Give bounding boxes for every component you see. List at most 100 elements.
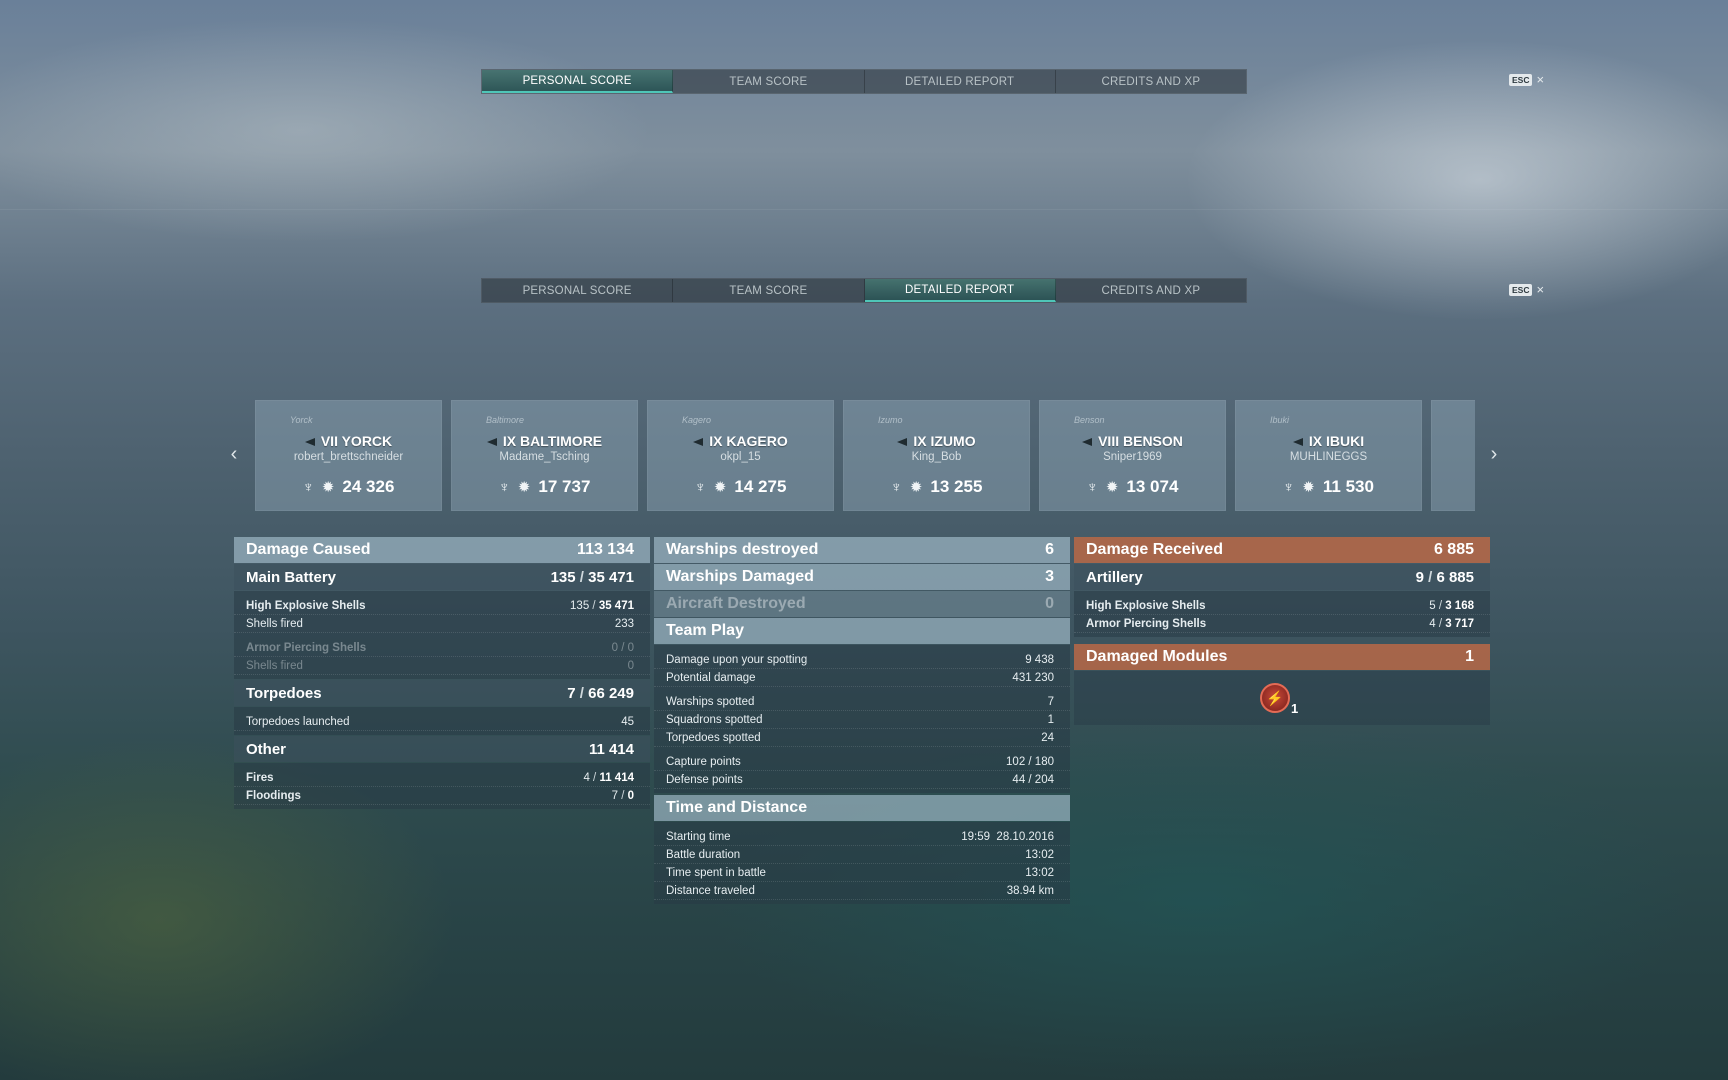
- he-shells-row: High Explosive Shells 135 / 35 471: [234, 597, 650, 615]
- ship-card-partial[interactable]: [1431, 400, 1475, 511]
- ship-damage-icon: ✹: [909, 479, 923, 496]
- ship-player-name: okpl_15: [720, 451, 761, 463]
- ship-stats: ♆ ✹ 13 074: [1040, 477, 1225, 497]
- main-battery-row: Main Battery 135 / 35 471: [234, 564, 650, 590]
- ship-silhouette-icon: Ibuki: [1270, 415, 1290, 425]
- previous-screen-strip: PERSONAL SCORE TEAM SCORE DETAILED REPOR…: [0, 0, 1728, 210]
- damage-caused-label: Damage Caused: [246, 541, 371, 558]
- ship-silhouette-icon: Benson: [1074, 415, 1105, 425]
- main-battery-value: 135 / 35 471: [550, 568, 634, 586]
- ship-damage-icon: ✹: [1105, 479, 1119, 496]
- team-play-row: Torpedoes spotted 24: [654, 729, 1070, 747]
- esc-key-label: ESC: [1509, 283, 1533, 296]
- esc-key-label: ESC: [1509, 73, 1533, 86]
- close-icon: ×: [1536, 282, 1545, 297]
- ship-card[interactable]: Ibuki IX IBUKI MUHLINEGGS ♆ ✹ 11 530: [1235, 400, 1422, 511]
- ship-stats: ♆ ✹ 24 326: [256, 477, 441, 497]
- ship-carousel: Yorck VII YORCK robert_brettschneider ♆ ✹ 24 …: [255, 400, 1475, 511]
- ship-silhouette-icon: Yorck: [290, 415, 313, 425]
- tab-personal-score[interactable]: PERSONAL SCORE: [482, 279, 674, 302]
- ship-class-icon: [1292, 438, 1303, 447]
- esc-close-button[interactable]: ESC ×: [1509, 73, 1544, 86]
- tab-detailed-report[interactable]: DETAILED REPORT: [865, 70, 1056, 93]
- team-play-row: Defense points 44 / 204: [654, 771, 1070, 789]
- ship-name: IX IBUKI: [1236, 433, 1421, 449]
- ship-name: VIII BENSON: [1040, 433, 1225, 449]
- ship-kill-icon: ♆: [302, 478, 314, 496]
- damage-caused-panel: Damage Caused 113 134 Main Battery 135 /…: [234, 537, 650, 810]
- tab-team-score[interactable]: TEAM SCORE: [673, 70, 865, 93]
- other-details: Fires 4 / 11 414 Floodings 7 / 0: [234, 763, 650, 809]
- ship-class-icon: [486, 438, 497, 447]
- ship-card[interactable]: Kagero IX KAGERO okpl_15 ♆ ✹ 14 275: [647, 400, 834, 511]
- ship-player-name: Sniper1969: [1103, 451, 1162, 463]
- combat-summary-panel: Warships destroyed 6 Warships Damaged 3 …: [654, 537, 1070, 905]
- torpedoes-details: Torpedoes launched 45: [234, 707, 650, 735]
- ship-card[interactable]: Benson VIII BENSON Sniper1969 ♆ ✹ 13 074: [1039, 400, 1226, 511]
- received-ap-row: Armor Piercing Shells 4 / 3 717: [1074, 615, 1490, 633]
- ship-card[interactable]: Izumo IX IZUMO King_Bob ♆ ✹ 13 255: [843, 400, 1030, 511]
- ship-kill-icon: ♆: [498, 478, 510, 496]
- ship-silhouette-icon: Kagero: [682, 415, 712, 425]
- damage-received-header: Damage Received 6 885: [1074, 537, 1490, 563]
- tab-bar-top: PERSONAL SCORE TEAM SCORE DETAILED REPOR…: [481, 69, 1247, 94]
- ship-score: 13 074: [1126, 477, 1179, 496]
- ship-damage-icon: ✹: [321, 479, 335, 496]
- artillery-row: Artillery 9 / 6 885: [1074, 564, 1490, 590]
- ship-score: 14 275: [734, 477, 787, 496]
- warships-destroyed-row: Warships destroyed 6: [654, 537, 1070, 563]
- damaged-modules-header: Damaged Modules 1: [1074, 644, 1490, 670]
- tab-personal-score[interactable]: PERSONAL SCORE: [482, 70, 674, 93]
- ship-damage-icon: ✹: [713, 479, 727, 496]
- tab-detailed-report[interactable]: DETAILED REPORT: [864, 279, 1056, 302]
- esc-close-button[interactable]: ESC ×: [1509, 283, 1544, 296]
- ship-kill-icon: ♆: [1086, 478, 1098, 496]
- ship-score: 17 737: [538, 477, 591, 496]
- damage-caused-total: 113 134: [577, 541, 634, 558]
- main-battery-label: Main Battery: [246, 568, 337, 586]
- tab-team-score[interactable]: TEAM SCORE: [673, 279, 865, 302]
- damage-received-panel: Damage Received 6 885 Artillery 9 / 6 88…: [1074, 537, 1490, 725]
- time-distance-details: Starting time 19:59 28.10.2016 Battle dur…: [654, 822, 1070, 904]
- ship-damage-icon: ✹: [517, 479, 531, 496]
- damaged-modules-area: ⚡ 1: [1074, 671, 1490, 725]
- ship-kill-icon: ♆: [694, 478, 706, 496]
- team-play-details: Damage upon your spotting 9 438 Potential…: [654, 645, 1070, 793]
- ship-class-icon: [693, 438, 704, 447]
- ship-silhouette-icon: Baltimore: [486, 415, 525, 425]
- ship-kill-icon: ♆: [890, 478, 902, 496]
- tab-credits-and-xp[interactable]: CREDITS AND XP: [1056, 70, 1246, 93]
- ship-stats: ♆ ✹ 14 275: [648, 477, 833, 497]
- carousel-next-arrow-icon[interactable]: ›: [1486, 443, 1502, 466]
- ship-card[interactable]: Baltimore IX BALTIMORE Madame_Tsching ♆ ✹ 17 …: [451, 400, 638, 511]
- ship-name: VII YORCK: [256, 433, 441, 449]
- torpedoes-row: Torpedoes 7 / 66 249: [234, 680, 650, 706]
- ship-score: 24 326: [342, 477, 395, 496]
- damaged-module-icon[interactable]: ⚡: [1260, 683, 1290, 713]
- team-play-row: Warships spotted 7: [654, 693, 1070, 711]
- other-row: Other 11 414: [234, 736, 650, 762]
- ship-player-name: MUHLINEGGS: [1289, 451, 1368, 463]
- ship-stats: ♆ ✹ 13 255: [844, 477, 1029, 497]
- main-battery-details: High Explosive Shells 135 / 35 471 Shell…: [234, 591, 650, 679]
- ship-stats: ♆ ✹ 11 530: [1236, 477, 1421, 497]
- aircraft-destroyed-row: Aircraft Destroyed 0: [654, 591, 1070, 617]
- carousel-prev-arrow-icon[interactable]: ‹: [226, 443, 242, 466]
- team-play-header: Team Play: [654, 618, 1070, 644]
- ship-card[interactable]: Yorck VII YORCK robert_brettschneider ♆ ✹ 24 …: [255, 400, 442, 511]
- damaged-module-count: 1: [1291, 701, 1299, 716]
- damage-caused-header: Damage Caused 113 134: [234, 537, 650, 563]
- fires-row: Fires 4 / 11 414: [234, 769, 650, 787]
- ship-name: IX KAGERO: [648, 433, 833, 449]
- team-play-row: Squadrons spotted 1: [654, 711, 1070, 729]
- ship-name: IX IZUMO: [844, 433, 1029, 449]
- time-distance-row: Battle duration 13:02: [654, 846, 1070, 864]
- time-distance-row: Starting time 19:59 28.10.2016: [654, 828, 1070, 846]
- time-distance-row: Time spent in battle 13:02: [654, 864, 1070, 882]
- ship-stats: ♆ ✹ 17 737: [452, 477, 637, 497]
- time-distance-header: Time and Distance: [654, 795, 1070, 821]
- ship-score: 11 530: [1322, 477, 1374, 496]
- ship-player-name: Madame_Tsching: [499, 451, 590, 463]
- tab-credits-and-xp[interactable]: CREDITS AND XP: [1056, 279, 1246, 302]
- warships-damaged-row: Warships Damaged 3: [654, 564, 1070, 590]
